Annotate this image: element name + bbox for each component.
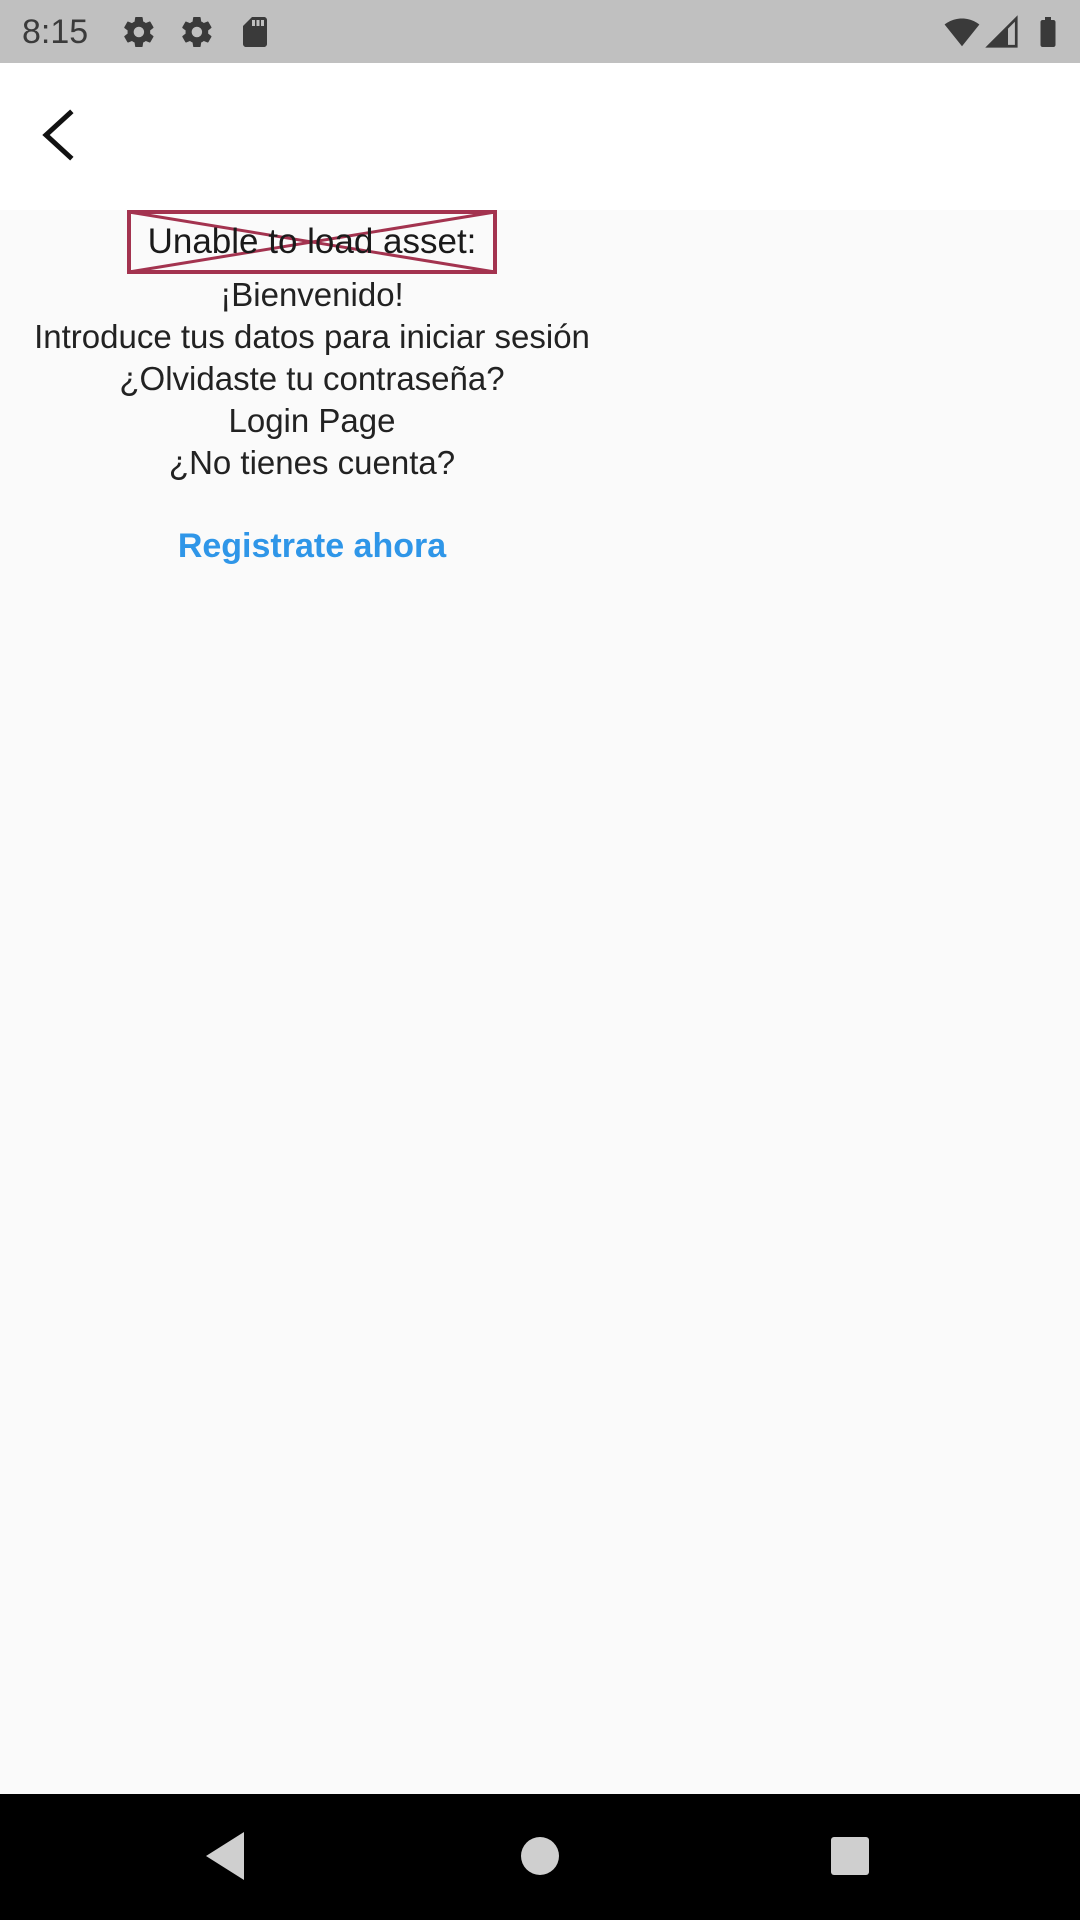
gear-icon [124, 16, 154, 48]
home-circle-icon[interactable] [510, 1826, 570, 1886]
sd-card-icon [243, 17, 267, 47]
system-nav-bar [0, 1794, 1080, 1920]
signal-icon [985, 15, 1018, 48]
gear-icon [182, 16, 212, 48]
register-link[interactable]: Registrate ahora [0, 525, 624, 567]
status-bar: 8:15 [0, 0, 1080, 63]
battery-icon [1040, 17, 1056, 47]
login-subtitle: Introduce tus datos para iniciar sesión [34, 318, 590, 355]
page-label: Login Page [228, 402, 396, 439]
forgot-password-text[interactable]: ¿Olvidaste tu contraseña? [0, 358, 624, 400]
status-time: 8:15 [22, 13, 89, 51]
recents-square-icon[interactable] [820, 1826, 880, 1886]
no-account-text: ¿No tienes cuenta? [168, 444, 456, 481]
app-bar [0, 63, 1080, 210]
back-arrow-icon[interactable] [28, 103, 92, 167]
asset-error-text: Unable to load asset: [147, 222, 477, 261]
asset-error-placeholder: Unable to load asset: [127, 210, 497, 274]
back-triangle-icon[interactable] [196, 1826, 256, 1886]
wifi-icon [944, 18, 980, 47]
welcome-text: ¡Bienvenido! [220, 276, 404, 313]
